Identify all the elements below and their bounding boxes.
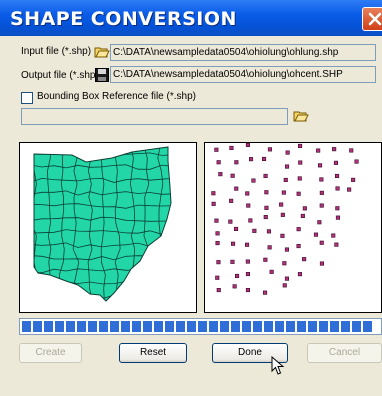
point-preview-panel [204, 142, 382, 313]
progress-segment [319, 321, 328, 332]
progress-segment [143, 321, 152, 332]
progress-segment [352, 321, 361, 332]
progress-segment [341, 321, 350, 332]
progress-segment [55, 321, 64, 332]
window-title: SHAPE CONVERSION [10, 8, 237, 30]
progress-bar [19, 318, 382, 335]
progress-segment [231, 321, 240, 332]
input-file-path[interactable]: C:\DATA\newsampledata0504\ohiolung\ohlun… [110, 44, 376, 61]
input-file-label: Input file (*.shp) [21, 46, 92, 57]
progress-segment [88, 321, 97, 332]
progress-segment [297, 321, 306, 332]
bounding-box-label: Bounding Box Reference file (*.shp) [37, 91, 196, 102]
progress-segment [253, 321, 262, 332]
progress-segment [187, 321, 196, 332]
create-button[interactable]: Create [19, 343, 82, 363]
progress-segment [330, 321, 339, 332]
progress-segment [308, 321, 317, 332]
bounding-box-path[interactable] [21, 108, 288, 125]
close-icon [368, 12, 382, 26]
progress-segment [77, 321, 86, 332]
open-folder-icon [94, 47, 110, 58]
progress-segment [154, 321, 163, 332]
output-save-button[interactable] [94, 67, 110, 83]
ohio-county-map [33, 146, 172, 302]
progress-segment [110, 321, 119, 332]
progress-segment [99, 321, 108, 332]
progress-segment [198, 321, 207, 332]
progress-segment [66, 321, 75, 332]
progress-segment [242, 321, 251, 332]
progress-segment [363, 321, 372, 332]
progress-segment [275, 321, 284, 332]
output-file-path[interactable]: C:\DATA\newsampledata0504\ohiolung\ohcen… [110, 66, 376, 83]
reset-button[interactable]: Reset [119, 343, 187, 363]
close-button[interactable] [362, 7, 382, 31]
progress-segment [121, 321, 130, 332]
open-folder-icon [293, 111, 309, 122]
progress-segment [209, 321, 218, 332]
bounding-box-browse-button[interactable] [293, 108, 309, 124]
progress-segment [264, 321, 273, 332]
input-browse-button[interactable] [94, 44, 110, 60]
progress-segment [165, 321, 174, 332]
save-disk-icon [95, 68, 109, 82]
output-file-label: Output file (*.shp) [21, 70, 99, 81]
cancel-button[interactable]: Cancel [307, 343, 382, 363]
mouse-cursor-icon [271, 356, 285, 375]
progress-segment [176, 321, 185, 332]
bounding-box-checkbox[interactable] [21, 92, 33, 104]
progress-segment [220, 321, 229, 332]
title-bar: SHAPE CONVERSION [0, 0, 382, 36]
progress-segment [44, 321, 53, 332]
polygon-preview-panel [19, 142, 197, 313]
progress-segment [286, 321, 295, 332]
centroid-points-map [211, 142, 359, 295]
progress-segment [132, 321, 141, 332]
progress-segment [22, 321, 31, 332]
progress-segment [33, 321, 42, 332]
